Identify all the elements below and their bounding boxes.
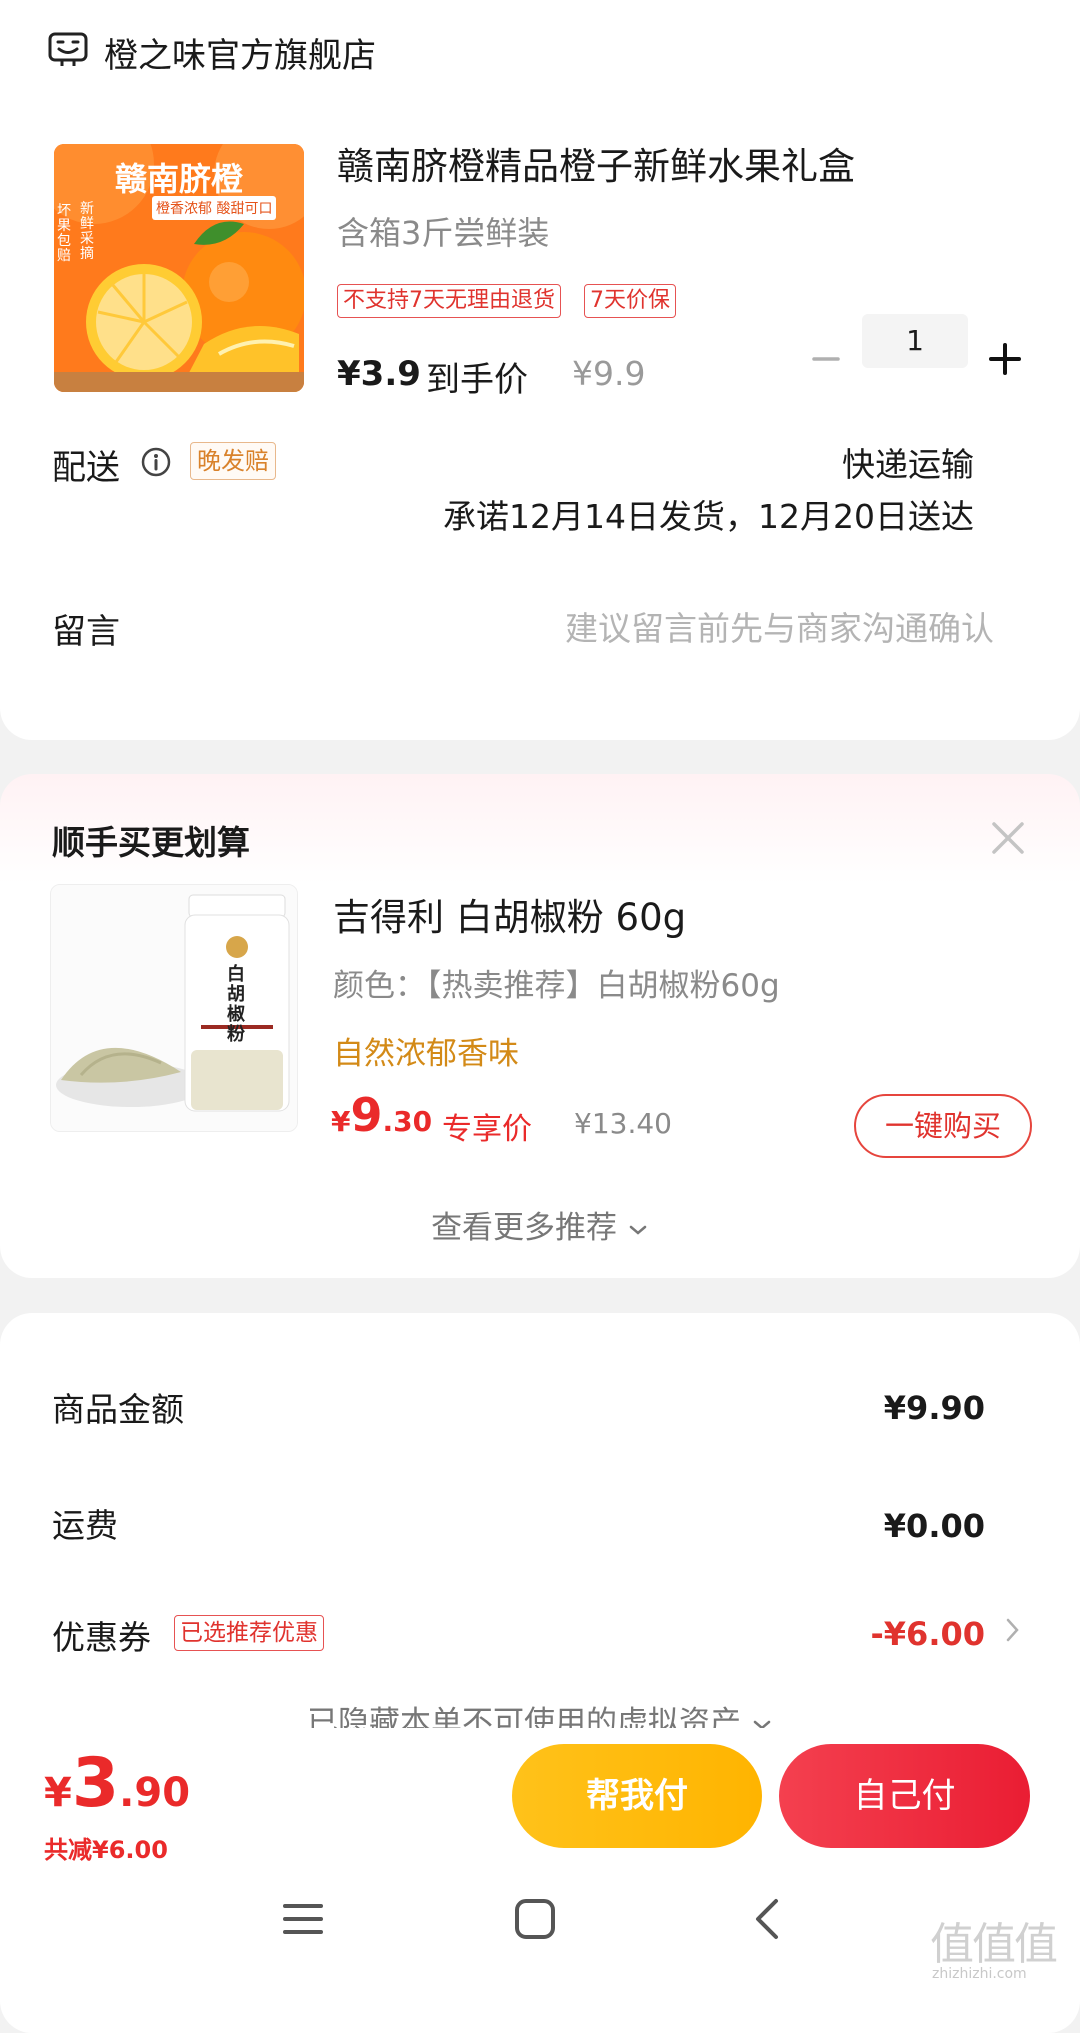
watermark-url: zhizhizhi.com — [932, 1966, 1027, 1982]
coupon-value[interactable]: -¥6.00 — [871, 1615, 986, 1653]
image-title: 赣南脐橙 — [114, 160, 243, 198]
total-integer: 3 — [71, 1744, 120, 1823]
total-currency: ¥ — [44, 1770, 72, 1816]
price-integer: 9 — [350, 1088, 383, 1142]
self-pay-button[interactable]: 自己付 — [779, 1744, 1030, 1848]
product-spec[interactable]: 含箱3斤尝鲜装 — [337, 208, 549, 254]
more-recommend-link[interactable]: 查看更多推荐 — [0, 1202, 1080, 1247]
shipping-label: 配送 — [52, 448, 120, 488]
image-side-left: 坏果包赔 — [57, 203, 71, 264]
coupon-label: 优惠券 — [52, 1618, 151, 1657]
product-image[interactable]: 赣南脐橙 橙香浓郁 酸甜可口 坏果包赔 新鲜采摘 — [54, 144, 304, 392]
freight-value: ¥0.00 — [883, 1507, 985, 1545]
close-icon[interactable] — [990, 820, 1026, 856]
product-price-label: 到手价 — [426, 360, 528, 400]
late-delivery-badge: 晚发赔 — [190, 442, 276, 480]
return-policy-tag: 不支持7天无理由退货 — [337, 284, 561, 318]
recommend-price-label: 专享价 — [442, 1112, 532, 1147]
more-recommend-label: 查看更多推荐 — [431, 1210, 618, 1246]
one-click-buy-button[interactable]: 一键购买 — [854, 1094, 1032, 1158]
goods-amount-label: 商品金额 — [52, 1390, 184, 1429]
message-label: 留言 — [52, 612, 120, 652]
recommend-item-image[interactable]: 白胡椒粉 — [50, 884, 298, 1132]
watermark: 值值值 — [930, 1919, 1058, 1970]
total-saved: 共减¥6.00 — [44, 1836, 168, 1864]
store-icon — [48, 32, 88, 66]
help-pay-button[interactable]: 帮我付 — [512, 1744, 762, 1848]
menu-icon[interactable] — [282, 1898, 324, 1940]
price-protect-tag: 7天价保 — [584, 284, 676, 318]
total-decimal: .90 — [119, 1770, 191, 1816]
checkout-bar: ¥3.90 共减¥6.00 帮我付 自己付 值值值 zhizhizhi.com — [0, 1728, 1080, 1995]
pepper-label-text: 白胡椒粉 — [227, 964, 245, 1045]
shipping-method: 快递运输 — [842, 445, 974, 484]
shipping-promise: 承诺12月14日发货，12月20日送达 — [443, 497, 974, 536]
quantity-minus-button[interactable] — [806, 339, 846, 379]
recommend-original-price: ¥13.40 — [574, 1107, 672, 1140]
price-decimal: .30 — [382, 1105, 433, 1138]
product-price: ¥3.9 — [337, 354, 421, 394]
recommend-item-price: ¥9.30 — [331, 1088, 432, 1142]
product-original-price: ¥9.9 — [572, 354, 646, 393]
goods-amount-value: ¥9.90 — [883, 1389, 985, 1427]
home-icon[interactable] — [514, 1898, 556, 1940]
message-input[interactable]: 建议留言前先与商家沟通确认 — [565, 602, 994, 650]
coupon-badge: 已选推荐优惠 — [174, 1615, 324, 1651]
recommend-card: 顺手买更划算 白胡椒粉 吉得利 白胡椒粉 60g 颜色：【热卖推荐】白胡椒粉60… — [0, 774, 1080, 1278]
info-icon[interactable] — [140, 446, 172, 478]
image-side-right: 新鲜采摘 — [80, 201, 94, 262]
chevron-down-icon — [629, 1225, 647, 1235]
quantity-plus-button[interactable] — [985, 339, 1025, 379]
order-card: 橙之味官方旗舰店 赣南脐橙 橙香浓郁 酸甜可口 坏果包赔 新鲜采摘 赣南脐橙精品… — [0, 0, 1080, 740]
back-icon[interactable] — [752, 1898, 782, 1940]
price-currency: ¥ — [331, 1105, 351, 1138]
recommend-item-title[interactable]: 吉得利 白胡椒粉 60g — [333, 887, 686, 941]
image-caption: 橙香浓郁 酸甜可口 — [152, 196, 277, 220]
total-price: ¥3.90 — [44, 1744, 190, 1823]
product-title[interactable]: 赣南脐橙精品橙子新鲜水果礼盒 — [337, 136, 855, 190]
pepper-illustration — [51, 885, 297, 1131]
recommend-item-spec[interactable]: 颜色：【热卖推荐】白胡椒粉60g — [333, 960, 780, 1005]
quantity-field[interactable]: 1 — [862, 314, 968, 368]
recommend-item-feature: 自然浓郁香味 — [333, 1036, 519, 1072]
freight-label: 运费 — [52, 1506, 118, 1545]
store-name[interactable]: 橙之味官方旗舰店 — [104, 28, 376, 77]
chevron-right-icon[interactable] — [1004, 1615, 1022, 1645]
recommend-title: 顺手买更划算 — [52, 823, 250, 862]
